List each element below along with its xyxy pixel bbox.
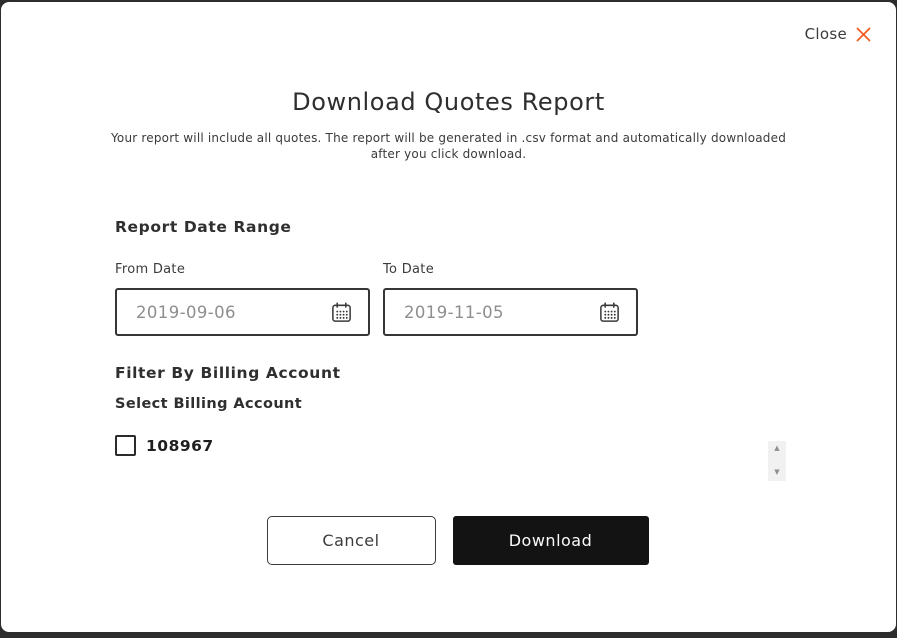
close-button-label: Close bbox=[804, 25, 847, 43]
cancel-button[interactable]: Cancel bbox=[266, 516, 436, 565]
to-date-input[interactable]: 2019-11-05 bbox=[383, 288, 638, 336]
from-date-field: From Date 2019-09-06 bbox=[115, 262, 370, 336]
scroll-up-icon[interactable]: ▲ bbox=[774, 445, 779, 452]
date-range-heading: Report Date Range bbox=[115, 218, 292, 236]
billing-account-label[interactable]: 108967 bbox=[146, 437, 214, 455]
modal-actions: Cancel Download bbox=[10, 516, 896, 565]
scroll-down-icon[interactable]: ▼ bbox=[774, 469, 779, 476]
calendar-icon[interactable] bbox=[598, 301, 621, 324]
from-date-input[interactable]: 2019-09-06 bbox=[115, 288, 370, 336]
calendar-icon[interactable] bbox=[330, 301, 353, 324]
modal-description: Your report will include all quotes. The… bbox=[110, 131, 787, 161]
page-title: Download Quotes Report bbox=[292, 88, 605, 116]
download-button[interactable]: Download bbox=[452, 516, 649, 565]
from-date-value: 2019-09-06 bbox=[136, 302, 236, 322]
report-form: Report Date Range From Date 2019-09-06 T… bbox=[115, 218, 782, 456]
download-quotes-modal: Close Download Quotes Report Your report… bbox=[1, 2, 896, 632]
billing-account-row: 108967 bbox=[115, 435, 782, 456]
billing-account-checkbox[interactable] bbox=[115, 435, 136, 456]
account-list-scrollbar[interactable]: ▲ ▼ bbox=[768, 441, 786, 481]
to-date-field: To Date 2019-11-05 bbox=[383, 262, 638, 336]
close-button[interactable]: Close bbox=[805, 25, 871, 43]
billing-filter-heading: Filter By Billing Account bbox=[115, 364, 341, 382]
date-range-row: From Date 2019-09-06 To Date 2019-11-05 bbox=[115, 262, 782, 336]
to-date-label: To Date bbox=[383, 262, 434, 277]
to-date-value: 2019-11-05 bbox=[404, 302, 504, 322]
from-date-label: From Date bbox=[115, 262, 186, 277]
close-x-icon[interactable] bbox=[856, 27, 871, 42]
select-billing-account-label: Select Billing Account bbox=[115, 396, 303, 412]
